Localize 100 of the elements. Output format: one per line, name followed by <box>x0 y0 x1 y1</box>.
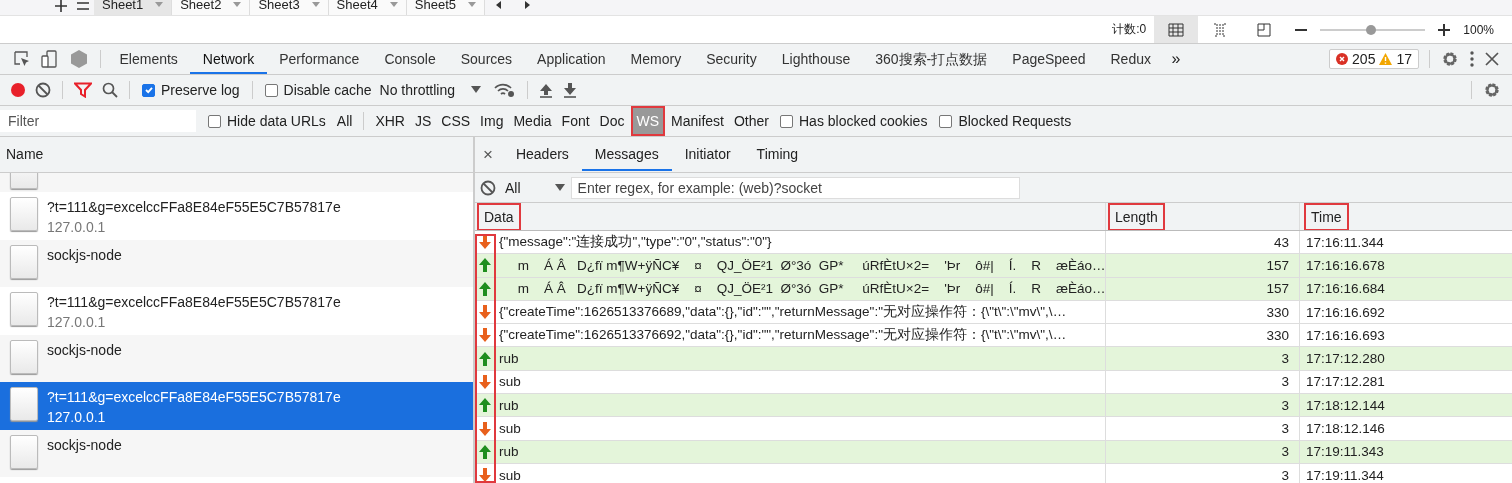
message-length: 43 <box>1106 231 1300 254</box>
request-name: ?t=111&g=excelccFFa8E84eF55E5C7B57817e <box>47 198 341 217</box>
add-icon[interactable] <box>54 0 68 13</box>
panel-tab[interactable]: Sources <box>448 44 525 74</box>
type-filter[interactable]: Media <box>509 110 556 132</box>
detail-tab[interactable]: Messages <box>581 138 672 171</box>
message-data[interactable]: m Á Â D¿fï m¶W+ÿÑC¥ ¤ QJ_ÖE²1 Ø°3ó GP* úRfÈtU×2= 'Þr ô#| Í. R æÈáo… <box>499 281 1105 297</box>
upload-icon[interactable] <box>539 82 553 98</box>
next-icon[interactable] <box>523 1 531 9</box>
filter-icon[interactable] <box>74 82 92 98</box>
request-name: sockjs-node <box>47 340 122 360</box>
type-filter[interactable]: JS <box>410 110 436 132</box>
message-data[interactable]: {"message":"连接成功","type":"0","status":"0"} <box>499 233 772 252</box>
request-host: 127.0.0.1 <box>47 408 107 427</box>
type-filter[interactable]: CSS <box>437 110 475 132</box>
type-filter[interactable]: Doc <box>595 110 629 132</box>
device-icon[interactable] <box>41 50 59 68</box>
blocked-requests-checkbox[interactable]: Blocked Requests <box>939 113 1072 129</box>
disable-cache-checkbox[interactable]: Disable cache <box>264 82 372 98</box>
type-filter[interactable]: Font <box>557 110 594 132</box>
type-filter[interactable]: XHR <box>371 110 409 132</box>
message-data[interactable]: {"createTime":1626513376692,"data":{},"id":"","returnMessage":"无对应操作符：{\"t\":\"mv\",\… <box>499 326 1067 345</box>
request-row[interactable]: sockjs-node <box>0 239 473 287</box>
message-time: 17:17:12.280 <box>1305 350 1386 369</box>
clear-icon[interactable] <box>480 179 496 196</box>
hide-data-urls-checkbox[interactable]: Hide data URLs <box>208 113 326 129</box>
detail-tab[interactable]: Initiator <box>671 138 744 171</box>
message-data[interactable]: sub <box>499 374 521 390</box>
message-length: 3 <box>1106 370 1300 394</box>
column-header[interactable]: Time <box>1306 204 1347 229</box>
request-row[interactable]: sockjs-node <box>0 429 473 477</box>
close-icon[interactable] <box>1485 52 1499 66</box>
close-button[interactable]: × <box>475 144 503 165</box>
message-data[interactable]: rub <box>499 397 519 413</box>
message-time: 17:19:11.343 <box>1305 443 1385 462</box>
panel-tab[interactable]: Application <box>524 44 619 74</box>
panel-tab[interactable]: Security <box>693 44 770 74</box>
page-layout-icon <box>1256 22 1273 37</box>
message-data[interactable]: rub <box>499 351 519 367</box>
previous-icon[interactable] <box>495 1 503 9</box>
file-icon <box>10 339 38 374</box>
message-length: 3 <box>1106 463 1300 483</box>
view-button[interactable] <box>1154 16 1199 43</box>
more-options-icon[interactable] <box>1469 50 1475 68</box>
settings-icon[interactable] <box>1483 81 1501 99</box>
message-data[interactable]: {"createTime":1626513376689,"data":{},"id":"","returnMessage":"无对应操作符：{\"t\":\"mv\",\… <box>499 303 1067 322</box>
download-icon[interactable] <box>563 82 577 98</box>
message-type-dropdown[interactable]: All <box>505 179 565 196</box>
type-filter[interactable]: All <box>332 110 357 132</box>
panel-tab[interactable]: Lighthouse <box>769 44 863 74</box>
type-filter[interactable]: Other <box>730 110 773 132</box>
message-time: 17:16:16.692 <box>1305 303 1386 322</box>
message-time: 17:19:11.344 <box>1305 466 1385 483</box>
message-data[interactable]: sub <box>499 467 521 483</box>
detail-tab[interactable]: Timing <box>743 138 812 171</box>
request-row[interactable]: sockjs-node <box>0 334 473 382</box>
request-row[interactable]: ?t=111&g=excelccFFa8E84eF55E5C7B57817e 127.0.0.1 <box>0 382 473 430</box>
column-header[interactable]: Length <box>1110 204 1163 229</box>
menu-icon[interactable] <box>76 0 90 13</box>
zoom-in-icon[interactable] <box>1437 22 1452 37</box>
sheet-tab[interactable]: Sheet2 <box>172 0 251 15</box>
record-icon[interactable] <box>11 83 25 97</box>
panel-tab[interactable]: Memory <box>618 44 694 74</box>
request-name: sockjs-node <box>47 435 122 455</box>
inspect-icon[interactable] <box>13 50 31 68</box>
message-data[interactable]: m Á Â D¿fï m¶W+ÿÑC¥ ¤ QJ_ÖE²1 Ø°3ó GP* úRfÈtU×2= 'Þr ô#| Í. R æÈáo… <box>499 257 1105 273</box>
throttling-dropdown[interactable]: No throttling <box>379 82 481 98</box>
clear-icon[interactable] <box>35 82 51 98</box>
issues-badge[interactable]: 205 17 <box>1329 49 1419 69</box>
blocked-cookies-checkbox[interactable]: Has blocked cookies <box>780 113 928 129</box>
more-tabs-button[interactable]: » <box>1163 50 1189 68</box>
panel-tab[interactable]: Console <box>371 44 449 74</box>
panel-tab[interactable]: PageSpeed <box>999 44 1098 74</box>
regex-field[interactable]: Enter regex, for example: (web)?socket <box>570 176 1020 199</box>
filter-field[interactable]: Filter <box>0 110 196 132</box>
sheet-tab[interactable]: Sheet5 <box>406 0 485 15</box>
message-data[interactable]: sub <box>499 421 521 436</box>
detail-tab[interactable]: Headers <box>502 138 582 171</box>
sheet-tab[interactable]: Sheet3 <box>250 0 329 15</box>
preserve-log-checkbox[interactable]: Preserve log <box>142 82 240 98</box>
type-filter[interactable]: Img <box>476 110 508 132</box>
message-length: 3 <box>1106 417 1300 440</box>
sheet-tab[interactable]: Sheet1 <box>94 0 173 15</box>
file-icon <box>10 244 38 279</box>
column-header[interactable]: Data <box>479 204 519 229</box>
sheet-tab[interactable]: Sheet4 <box>328 0 407 15</box>
search-icon[interactable] <box>102 82 118 98</box>
network-conditions-icon[interactable] <box>494 82 516 98</box>
hexagon-icon[interactable] <box>69 49 89 69</box>
file-icon <box>10 434 38 469</box>
request-name: ?t=111&g=excelccFFa8E84eF55E5C7B57817e <box>47 388 341 407</box>
message-time: 17:16:11.344 <box>1305 233 1385 252</box>
panel-tab[interactable]: Performance <box>266 44 372 74</box>
message-data[interactable]: rub <box>499 444 519 460</box>
settings-icon[interactable] <box>1441 50 1459 68</box>
panel-tab[interactable]: Redux <box>1098 44 1164 74</box>
panel-tab[interactable]: Elements <box>107 44 191 74</box>
type-filter[interactable]: Manifest <box>667 110 728 132</box>
panel-tab[interactable]: 360搜索-打点数据 <box>862 44 1000 74</box>
caret-icon <box>155 1 164 8</box>
